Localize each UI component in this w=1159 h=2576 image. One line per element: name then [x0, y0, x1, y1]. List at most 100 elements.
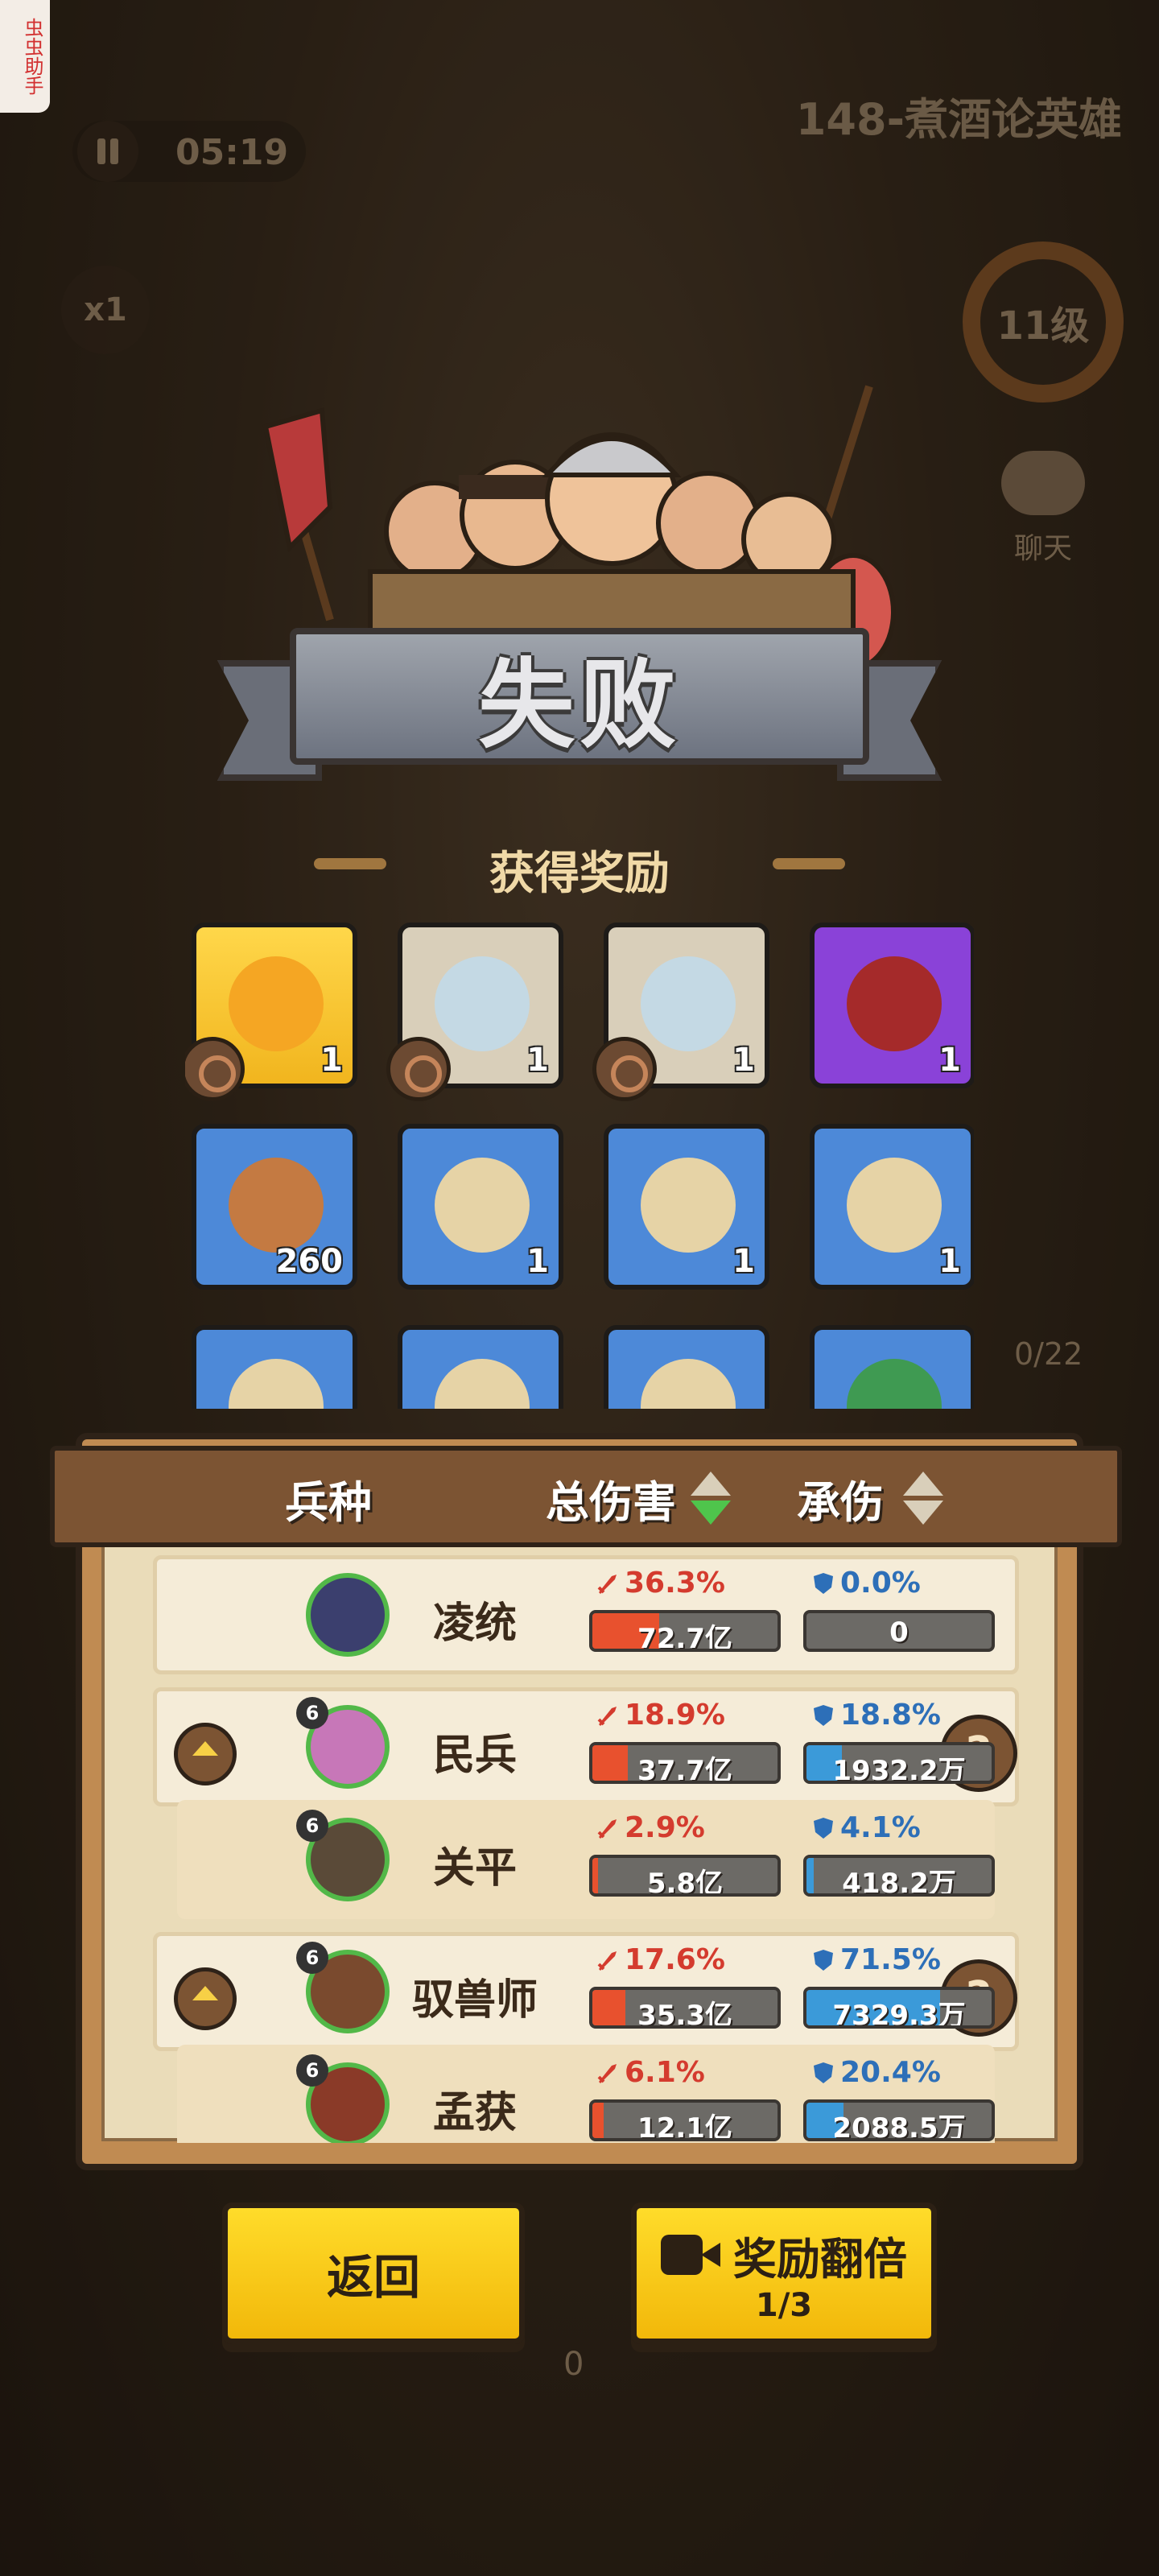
stage-name: 148-煮酒论英雄	[795, 94, 1122, 145]
reward-item[interactable]	[192, 1325, 357, 1409]
back-button[interactable]: 返回	[222, 2202, 525, 2344]
reward-count: 1	[938, 1243, 961, 1280]
tank-value: 0	[889, 1616, 909, 1649]
copper-coin-icon	[229, 1158, 324, 1253]
sword-scroll-icon	[641, 1158, 736, 1253]
sword-icon	[597, 2064, 617, 2083]
unit-name: 凌统	[432, 1600, 517, 1648]
scroll-icon	[229, 1359, 324, 1409]
double-reward-button[interactable]: 奖励翻倍 1/3	[631, 2202, 937, 2344]
bottom-counter: 0	[563, 2346, 584, 2383]
damage-percent-value: 17.6%	[625, 1943, 725, 1976]
damage-value: 12.1亿	[637, 2112, 732, 2141]
unit-avatar	[306, 1573, 390, 1657]
tank-value: 7329.3万	[832, 2000, 966, 2029]
unit-level-badge: 6	[296, 1697, 328, 1729]
stats-row[interactable]: 6 孟获 6.1% 20.4% 12.1亿 2088.5万	[129, 2045, 1043, 2143]
reward-type-badge-icon	[386, 1037, 451, 1101]
unit-name: 民兵	[432, 1732, 517, 1780]
col-damage[interactable]: 总伤害	[546, 1467, 676, 1530]
chat-label: 聊天	[1013, 532, 1072, 565]
wine-jar-icon	[847, 956, 942, 1051]
chat-icon	[1001, 451, 1085, 515]
defeated-heroes-illustration	[262, 385, 896, 660]
troop-count: 0/22	[1014, 1336, 1083, 1372]
damage-bar: 5.8亿	[589, 1855, 781, 1897]
sort-tank-icon[interactable]	[903, 1472, 943, 1528]
stats-row[interactable]: 凌统 36.3% 0.0% 72.7亿 0	[129, 1555, 1043, 1674]
tank-value: 2088.5万	[832, 2112, 966, 2141]
damage-percent: 17.6%	[596, 1943, 725, 1976]
reward-count: 1	[526, 1243, 549, 1280]
reward-item[interactable]: 1	[604, 1124, 769, 1290]
reward-item[interactable]	[604, 1325, 769, 1409]
shield-icon	[814, 1573, 833, 1594]
reward-count: 260	[275, 1243, 344, 1280]
helmet-scroll-icon	[435, 1158, 530, 1253]
tank-bar: 418.2万	[803, 1855, 995, 1897]
pause-icon[interactable]	[77, 121, 138, 182]
reward-item[interactable]: 1	[810, 1124, 974, 1290]
reward-item[interactable]: 1	[810, 923, 974, 1088]
stats-row[interactable]: ?6驭兽师17.6%71.5%35.3亿7329.3万	[129, 1932, 1043, 2051]
damage-value: 35.3亿	[637, 2000, 732, 2029]
stats-header: 兵种 总伤害 承伤	[50, 1446, 1122, 1547]
tank-percent: 71.5%	[811, 1943, 941, 1976]
unit-name: 驭兽师	[411, 1976, 538, 2025]
helper-badge[interactable]: 虫虫助手	[0, 0, 50, 113]
damage-bar: 12.1亿	[589, 2099, 781, 2141]
stats-row[interactable]: ?6民兵18.9%18.8%37.7亿1932.2万	[129, 1687, 1043, 1806]
green-orb-icon	[847, 1359, 942, 1409]
sort-damage-icon[interactable]	[691, 1472, 731, 1528]
reward-item[interactable]: 1	[398, 1124, 563, 1290]
collapse-toggle-icon[interactable]	[174, 1723, 237, 1785]
reward-item[interactable]: 1	[592, 923, 769, 1101]
col-unit: 兵种	[285, 1477, 372, 1528]
damage-stats-panel: 兵种 总伤害 承伤 凌统36.3%0.0%72.7亿0?6民兵18.9%18.8…	[50, 1433, 1122, 2170]
damage-bar: 72.7亿	[589, 1610, 781, 1652]
damage-percent: 18.9%	[596, 1699, 725, 1732]
reward-grid[interactable]: 1 1 1 1 260 1 1 1	[185, 918, 974, 1409]
damage-percent: 36.3%	[596, 1567, 725, 1600]
tank-bar: 2088.5万	[803, 2099, 995, 2141]
spin-scroll-icon	[847, 1158, 942, 1253]
tank-percent: 0.0%	[811, 1567, 921, 1600]
unit-name: 孟获	[432, 2089, 517, 2137]
reward-item[interactable]	[398, 1325, 563, 1409]
stats-row[interactable]: 6 关平 2.9% 4.1% 5.8亿 418.2万	[129, 1800, 1043, 1919]
reward-type-badge-icon	[592, 1037, 657, 1101]
stats-list[interactable]: 凌统36.3%0.0%72.7亿0?6民兵18.9%18.8%37.7亿1932…	[129, 1555, 1043, 2143]
jade-disc-icon	[435, 956, 530, 1051]
chat-button[interactable]: 聊天	[987, 451, 1099, 572]
reward-item[interactable]: 260	[192, 1124, 357, 1290]
tank-percent-value: 71.5%	[840, 1943, 941, 1976]
tank-bar: 1932.2万	[803, 1742, 995, 1784]
scroll-icon	[641, 1359, 736, 1409]
sword-icon	[597, 1575, 617, 1594]
double-reward-label: 奖励翻倍	[733, 2233, 907, 2285]
reward-item[interactable]	[810, 1325, 974, 1409]
shield-icon	[814, 1950, 833, 1971]
damage-percent-value: 2.9%	[625, 1811, 705, 1844]
defeat-banner: 失败	[217, 620, 942, 797]
scroll-icon	[435, 1359, 530, 1409]
unit-level-badge: 6	[296, 1810, 328, 1842]
tank-value: 1932.2万	[832, 1755, 966, 1784]
collapse-toggle-icon[interactable]	[174, 1967, 237, 2030]
reward-item[interactable]: 1	[185, 923, 357, 1101]
col-tank[interactable]: 承伤	[797, 1467, 884, 1530]
ribbon-main: 失败	[290, 628, 869, 765]
unit-level-badge: 6	[296, 1942, 328, 1974]
tank-value: 418.2万	[842, 1868, 956, 1897]
sword-icon	[597, 1819, 617, 1839]
reward-count: 1	[320, 1042, 343, 1079]
unit-level-badge: 6	[296, 2054, 328, 2087]
reward-item[interactable]: 1	[386, 923, 563, 1101]
speed-button[interactable]: x1	[61, 266, 150, 354]
tank-percent-value: 18.8%	[840, 1699, 941, 1732]
jade-disc-icon	[641, 956, 736, 1051]
unit-name: 关平	[432, 1844, 517, 1893]
tank-percent-value: 20.4%	[840, 2056, 941, 2089]
battle-timer: 05:19	[175, 132, 289, 173]
damage-percent-value: 36.3%	[625, 1567, 725, 1600]
